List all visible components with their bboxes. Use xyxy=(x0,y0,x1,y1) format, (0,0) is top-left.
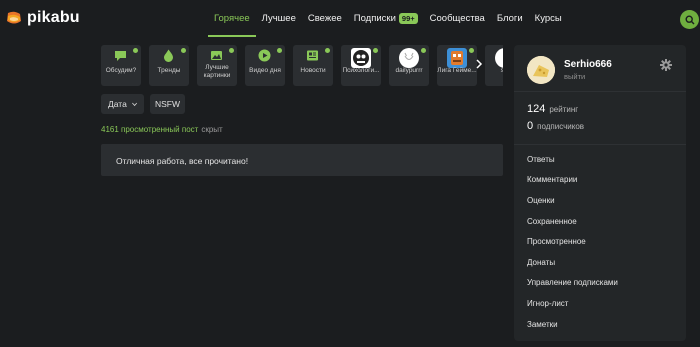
nav-courses-label: Курсы xyxy=(534,13,562,24)
stories-row: Обсудим? Тренды Лучшие картинки Видео дн… xyxy=(101,45,503,86)
flame-icon xyxy=(164,49,173,62)
nav-communities[interactable]: Сообщества xyxy=(424,0,491,37)
story-partial[interactable]: sta xyxy=(485,45,503,86)
nav-subscriptions-label: Подписки xyxy=(353,13,396,24)
logout-link[interactable]: выйти xyxy=(564,72,585,81)
community-avatar xyxy=(447,48,467,68)
logo-text: pikabu xyxy=(27,9,80,26)
viewed-count[interactable]: 4161 просмотренный пост xyxy=(101,125,198,134)
main-nav: Горячее Лучшее Свежее Подписки 99+ Сообщ… xyxy=(208,0,568,37)
rating-label: рейтинг xyxy=(549,105,579,114)
chat-bubble-icon xyxy=(115,51,126,61)
rating-row: 124 рейтинг xyxy=(527,103,584,120)
nsfw-filter-button[interactable]: NSFW xyxy=(150,94,185,114)
search-button[interactable] xyxy=(680,10,699,29)
story-label: Видео дня xyxy=(249,67,281,74)
play-icon xyxy=(258,49,271,62)
avatar[interactable] xyxy=(527,56,555,84)
nav-fresh[interactable]: Свежее xyxy=(302,0,348,37)
story-discuss[interactable]: Обсудим? xyxy=(101,45,141,86)
menu-replies[interactable]: Ответы xyxy=(527,149,677,170)
menu-ratings[interactable]: Оценки xyxy=(527,190,677,211)
divider xyxy=(514,144,686,145)
profile-header: Serhio666 выйти xyxy=(514,45,686,92)
nav-best[interactable]: Лучшее xyxy=(256,0,302,37)
story-label: Новости xyxy=(300,67,326,74)
story-unread-dot xyxy=(229,48,234,53)
profile-menu: Ответы Комментарии Оценки Сохраненное Пр… xyxy=(527,149,677,334)
profile-panel: Serhio666 выйти 124 рейтинг 0 подписчико… xyxy=(514,45,686,341)
search-icon xyxy=(684,14,695,25)
story-label: dailypurrr xyxy=(395,67,423,74)
date-filter-dropdown[interactable]: Дата xyxy=(101,94,144,114)
all-read-message-box: Отличная работа, все прочитано! xyxy=(101,144,503,176)
stories-next-button[interactable] xyxy=(471,52,487,76)
menu-ignore-list[interactable]: Игнор-лист xyxy=(527,293,677,314)
nav-communities-label: Сообщества xyxy=(429,13,485,24)
nav-courses[interactable]: Курсы xyxy=(529,0,568,37)
nav-hot[interactable]: Горячее xyxy=(208,0,256,37)
subscribers-label: подписчиков xyxy=(537,122,585,131)
nav-blogs[interactable]: Блоги xyxy=(491,0,529,37)
image-icon xyxy=(211,51,222,60)
story-unread-dot xyxy=(181,48,186,53)
gear-icon xyxy=(660,59,672,71)
community-avatar xyxy=(351,48,371,68)
rating-value: 124 xyxy=(527,103,546,115)
chevron-down-icon xyxy=(131,102,137,106)
username[interactable]: Serhio666 xyxy=(564,59,612,70)
story-label: Обсудим? xyxy=(105,67,137,74)
story-dailypurrr[interactable]: dailypurrr xyxy=(389,45,429,86)
menu-saved[interactable]: Сохраненное xyxy=(527,211,677,232)
story-news[interactable]: Новости xyxy=(293,45,333,86)
chevron-right-icon xyxy=(476,59,483,69)
nav-subscriptions[interactable]: Подписки 99+ xyxy=(348,0,424,37)
subscribers-row[interactable]: 0 подписчиков xyxy=(527,120,584,137)
menu-donations[interactable]: Донаты xyxy=(527,252,677,273)
nav-fresh-label: Свежее xyxy=(307,13,342,24)
menu-manage-subscriptions[interactable]: Управление подписками xyxy=(527,273,677,294)
story-unread-dot xyxy=(133,48,138,53)
newspaper-icon xyxy=(307,50,318,61)
menu-comments[interactable]: Комментарии xyxy=(527,170,677,191)
story-psychology[interactable]: Психологи... xyxy=(341,45,381,86)
story-label: sta xyxy=(500,67,503,74)
settings-button[interactable] xyxy=(660,58,672,71)
pikabu-logo-icon xyxy=(5,9,23,27)
community-avatar xyxy=(399,48,419,68)
date-filter-label: Дата xyxy=(108,99,127,109)
story-video-of-day[interactable]: Видео дня xyxy=(245,45,285,86)
all-read-message: Отличная работа, все прочитано! xyxy=(116,156,249,166)
story-unread-dot xyxy=(277,48,282,53)
story-unread-dot xyxy=(373,48,378,53)
story-best-pictures[interactable]: Лучшие картинки xyxy=(197,45,237,86)
story-label: Психологи... xyxy=(342,67,380,74)
story-label: Тренды xyxy=(157,67,181,74)
pikabu-logo[interactable]: pikabu xyxy=(5,7,80,29)
nav-best-label: Лучшее xyxy=(261,13,296,24)
top-header: pikabu Горячее Лучшее Свежее Подписки 99… xyxy=(0,0,700,37)
story-trends[interactable]: Тренды xyxy=(149,45,189,86)
nav-blogs-label: Блоги xyxy=(496,13,523,24)
story-unread-dot xyxy=(325,48,330,53)
subscriptions-badge: 99+ xyxy=(398,13,418,24)
story-unread-dot xyxy=(421,48,426,53)
viewed-posts-info: 4161 просмотренный пост скрыт xyxy=(101,125,223,134)
nsfw-filter-label: NSFW xyxy=(154,99,181,109)
nav-hot-label: Горячее xyxy=(214,13,250,24)
menu-viewed[interactable]: Просмотренное xyxy=(527,231,677,252)
community-avatar xyxy=(495,48,503,68)
profile-stats: 124 рейтинг 0 подписчиков xyxy=(527,103,584,137)
story-label: Лучшие картинки xyxy=(203,64,231,79)
menu-notes[interactable]: Заметки xyxy=(527,314,677,335)
viewed-hidden-text: скрыт xyxy=(201,125,223,134)
subscribers-value: 0 xyxy=(527,120,534,132)
